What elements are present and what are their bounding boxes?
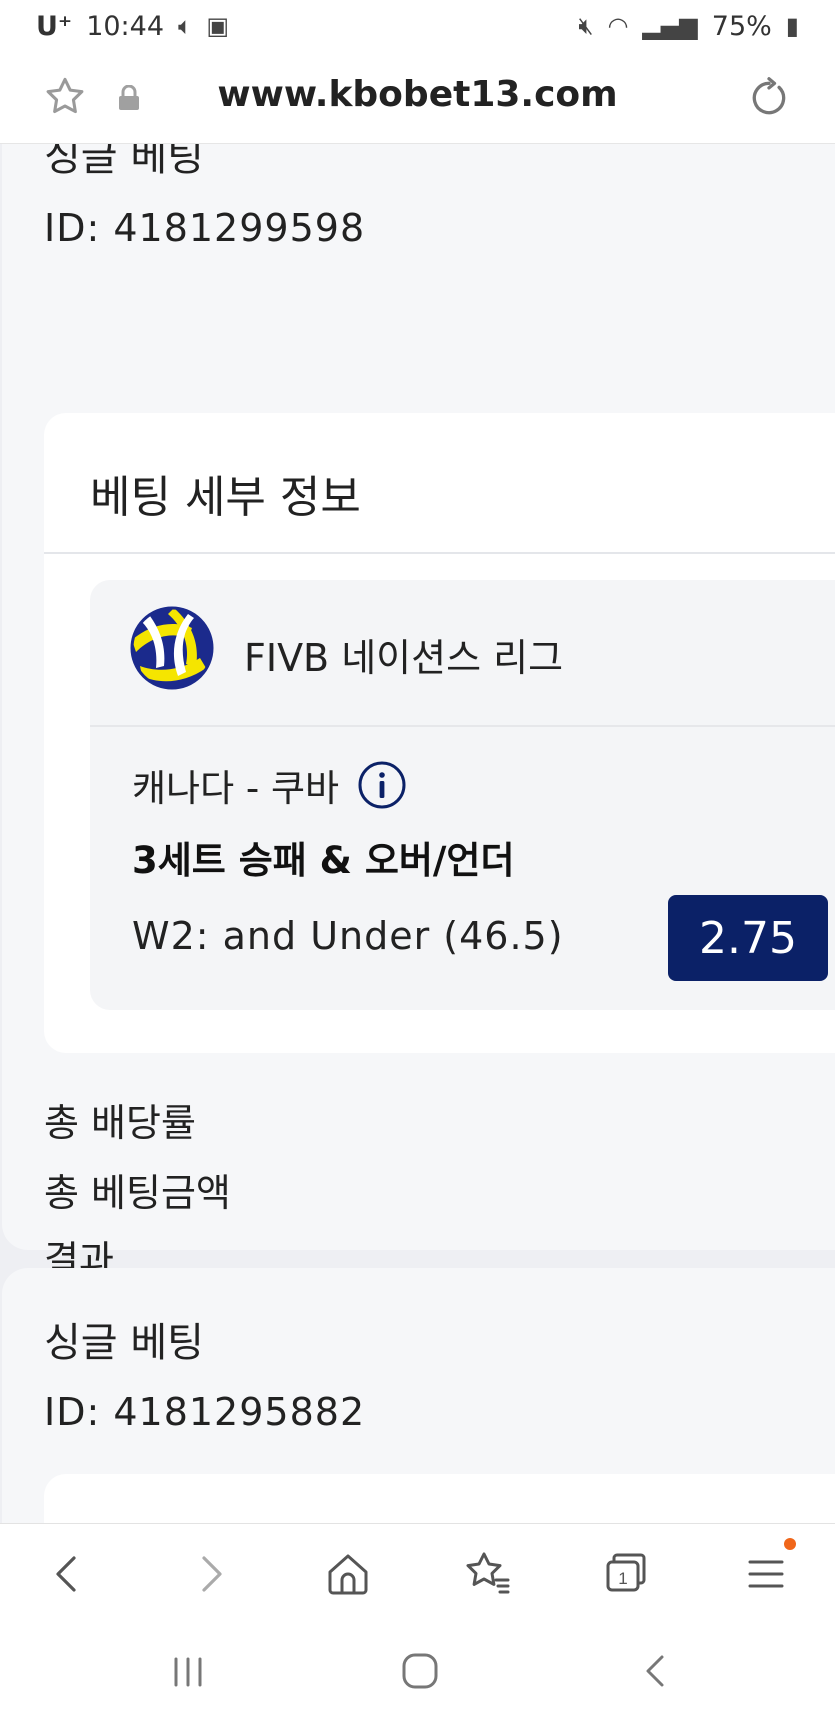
android-nav-bar <box>0 1623 835 1717</box>
menu-icon[interactable] <box>738 1546 794 1602</box>
bet-details-panel <box>44 1474 835 1523</box>
notification-dot <box>784 1538 796 1550</box>
match-name: 캐나다 - 쿠바 <box>132 767 340 810</box>
total-stake-label: 총 베팅금액 <box>44 1171 231 1215</box>
status-bar: U⁺ 10:44 🔈︎ ▣ 🔇︎ ◠ ▂▄▆ 75% ▮ <box>0 0 835 52</box>
address-bar: www.kbobet13.com <box>0 52 835 144</box>
volleyball-icon <box>130 606 214 690</box>
carrier-label: U⁺ <box>36 10 73 42</box>
url-text[interactable]: www.kbobet13.com <box>0 74 835 115</box>
selection-label: W2: and Under (46.5) <box>132 914 564 958</box>
bet-type-label: 싱글 베팅 <box>44 144 204 180</box>
reload-icon[interactable] <box>747 76 791 120</box>
back-arrow-icon[interactable] <box>40 1546 96 1602</box>
tabs-count: 1 <box>618 1569 627 1588</box>
bet-details-panel: 베팅 세부 정보 FIVB 네이션스 리그 캐나다 - 쿠바 3세트 승패 & … <box>44 413 835 1053</box>
status-left: U⁺ 10:44 🔈︎ ▣ <box>36 11 229 42</box>
event-box: FIVB 네이션스 리그 캐나다 - 쿠바 3세트 승패 & 오버/언더 W2:… <box>90 580 835 1010</box>
mobile-browser-page: U⁺ 10:44 🔈︎ ▣ 🔇︎ ◠ ▂▄▆ 75% ▮ www.kbobet1… <box>0 0 835 1717</box>
status-right: 🔇︎ ◠ ▂▄▆ 75% ▮ <box>578 11 799 42</box>
bet-id: ID: 4181295882 <box>44 1390 366 1434</box>
match-line: 캐나다 - 쿠바 <box>132 758 407 812</box>
bookmarks-icon[interactable] <box>460 1546 516 1602</box>
home-button-icon[interactable] <box>396 1647 444 1695</box>
home-icon[interactable] <box>320 1546 376 1602</box>
back-button-icon[interactable] <box>632 1647 680 1695</box>
clock: 10:44 <box>86 10 164 42</box>
bet-details-title: 베팅 세부 정보 <box>90 472 361 523</box>
total-odds-label: 총 배당률 <box>44 1101 196 1145</box>
volume-icon: 🔈︎ <box>178 12 193 40</box>
browser-toolbar: 1 <box>0 1523 835 1623</box>
info-circle-icon[interactable] <box>357 760 407 810</box>
bet-id: ID: 4181299598 <box>44 206 366 250</box>
bet-card: 싱글 베팅 ID: 4181295882 <box>2 1268 835 1523</box>
battery-icon: ▮ <box>785 12 799 40</box>
forward-arrow-icon[interactable] <box>182 1546 238 1602</box>
signal-icon: ▂▄▆ <box>642 12 698 40</box>
wifi-icon: ◠ <box>607 12 629 40</box>
divider <box>44 552 835 554</box>
tabs-icon[interactable]: 1 <box>598 1546 654 1602</box>
gallery-icon: ▣ <box>206 12 230 40</box>
market-name: 3세트 승패 & 오버/언더 <box>132 839 515 882</box>
divider <box>90 725 835 727</box>
league-name: FIVB 네이션스 리그 <box>244 636 564 680</box>
page-content: 싱글 베팅 ID: 4181299598 베팅 세부 정보 FIVB 네이션스 … <box>0 144 835 1523</box>
recent-apps-icon[interactable] <box>164 1647 212 1695</box>
mute-icon: 🔇︎ <box>578 12 594 40</box>
odds-badge: 2.75 <box>668 895 828 981</box>
battery-percent: 75% <box>711 10 772 42</box>
bet-card: 싱글 베팅 ID: 4181299598 베팅 세부 정보 FIVB 네이션스 … <box>2 144 835 1282</box>
bet-type-label: 싱글 베팅 <box>44 1320 204 1366</box>
